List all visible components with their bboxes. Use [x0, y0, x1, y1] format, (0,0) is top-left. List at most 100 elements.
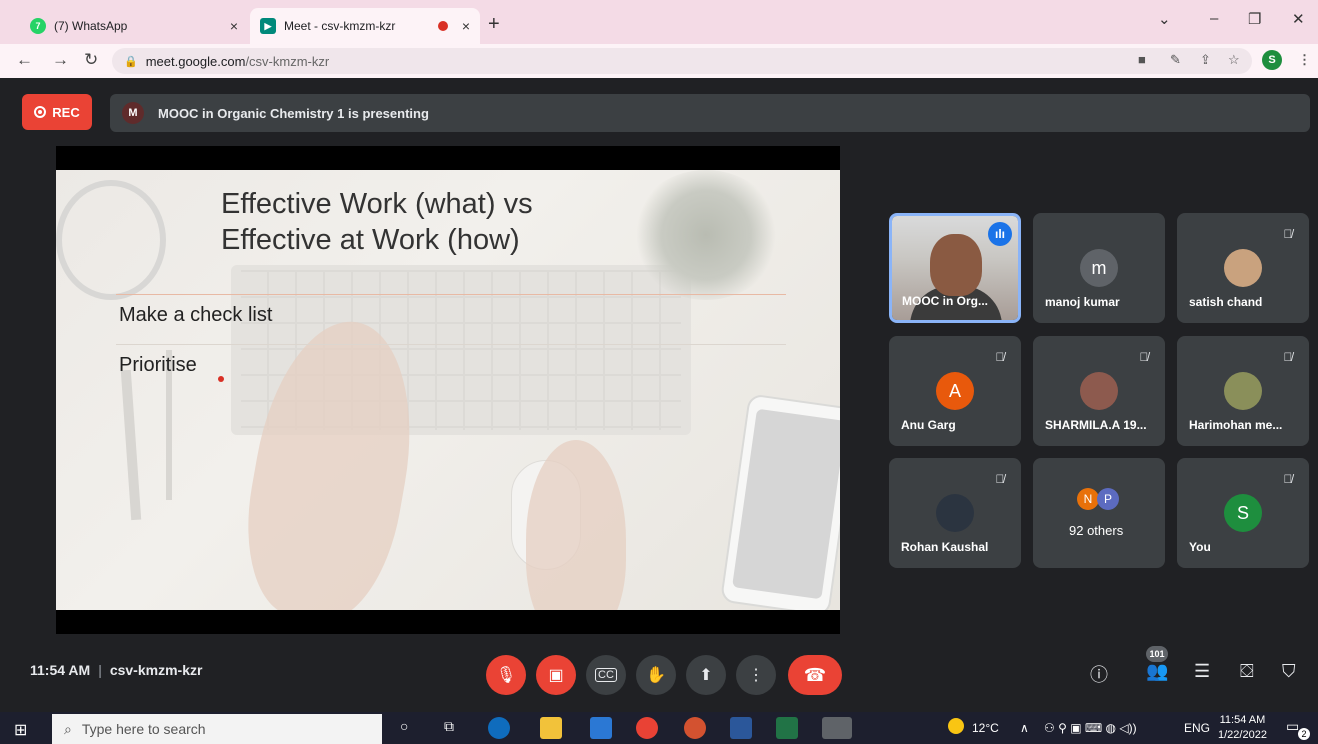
- share-icon[interactable]: ⇪: [1200, 52, 1211, 68]
- mic-muted-icon: 🎙̸: [1283, 350, 1293, 364]
- close-tab-icon[interactable]: ×: [462, 18, 470, 34]
- forward-arrow-icon[interactable]: →: [52, 50, 69, 70]
- minimize-button[interactable]: –: [1210, 10, 1218, 27]
- system-tray-icons[interactable]: ⚇ ⚲ ▣ ⌨ ◍ ◁)): [1044, 721, 1137, 735]
- search-icon: ⌕: [64, 720, 72, 737]
- windows-start-icon[interactable]: ⊞: [14, 720, 27, 740]
- mic-muted-icon: 🎙̸: [1283, 472, 1293, 486]
- participant-photo-avatar: [1224, 372, 1262, 410]
- meet-icon: ▶: [260, 18, 276, 34]
- others-tile[interactable]: N P 92 others: [1033, 458, 1165, 568]
- participant-tile[interactable]: ılı MOOC in Org...: [889, 213, 1021, 323]
- camera-off-icon: ▣: [548, 667, 564, 684]
- participant-name: Harimohan me...: [1189, 418, 1283, 432]
- tab-title: (7) WhatsApp: [54, 19, 128, 33]
- slide-title: Effective Work (what) vs Effective at Wo…: [221, 186, 641, 258]
- mic-indicator-icon[interactable]: ✎: [1170, 52, 1181, 68]
- tab-whatsapp[interactable]: 7 (7) WhatsApp ×: [20, 8, 248, 44]
- excel-icon[interactable]: [776, 717, 798, 739]
- tab-search-chevron-icon[interactable]: ⌄: [1158, 10, 1171, 28]
- participant-tile[interactable]: m manoj kumar: [1033, 213, 1165, 323]
- participant-avatar: A: [936, 372, 974, 410]
- mic-off-button[interactable]: 🎙: [486, 655, 526, 695]
- file-explorer-icon[interactable]: [540, 717, 562, 739]
- word-icon[interactable]: [730, 717, 752, 739]
- mic-muted-icon: 🎙̸: [995, 472, 1005, 486]
- notification-count: 2: [1298, 728, 1310, 740]
- store-icon[interactable]: [590, 717, 612, 739]
- participant-photo-avatar: [1224, 249, 1262, 287]
- chrome-icon[interactable]: [636, 717, 658, 739]
- back-arrow-icon[interactable]: ←: [16, 50, 33, 70]
- phone-hangup-icon: ☎: [803, 664, 827, 685]
- tab-meet[interactable]: ▶ Meet - csv-kmzm-kzr ×: [250, 8, 480, 44]
- address-bar[interactable]: 🔒 meet.google.com/csv-kmzm-kzr: [112, 48, 1252, 74]
- input-language[interactable]: ENG: [1184, 721, 1210, 735]
- present-now-button[interactable]: ⬆: [686, 655, 726, 695]
- presenting-text: MOOC in Organic Chemistry 1 is presentin…: [158, 105, 429, 121]
- maximize-button[interactable]: ❐: [1248, 10, 1261, 28]
- weather-temp[interactable]: 12°C: [972, 721, 999, 735]
- url-path: /csv-kmzm-kzr: [245, 53, 330, 69]
- camera-indicator-icon[interactable]: ■: [1138, 52, 1146, 67]
- participant-tile[interactable]: 🎙̸ Rohan Kaushal: [889, 458, 1021, 568]
- search-placeholder: Type here to search: [81, 721, 206, 737]
- reload-icon[interactable]: ↻: [84, 50, 98, 70]
- participant-name: manoj kumar: [1045, 295, 1120, 309]
- weather-sun-icon[interactable]: [948, 718, 964, 734]
- participant-name: You: [1189, 540, 1211, 554]
- profile-avatar[interactable]: S: [1262, 50, 1282, 70]
- participant-tile[interactable]: 🎙̸ A Anu Garg: [889, 336, 1021, 446]
- participant-name: Anu Garg: [901, 418, 956, 432]
- host-controls-icon[interactable]: ⛉: [1282, 661, 1296, 682]
- participant-tile[interactable]: 🎙̸ SHARMILA.A 19...: [1033, 336, 1165, 446]
- participant-mini-avatar: N: [1077, 488, 1099, 510]
- recording-badge: REC: [22, 94, 92, 130]
- taskbar-search[interactable]: ⌕ Type here to search: [52, 714, 382, 744]
- presenting-banner: M MOOC in Organic Chemistry 1 is present…: [110, 94, 1310, 132]
- slide-title-line: Effective at Work (how): [221, 224, 520, 256]
- speaking-indicator-icon: ılı: [988, 222, 1012, 246]
- present-icon: ⬆: [699, 667, 713, 684]
- show-hidden-icons[interactable]: ∧: [1020, 721, 1029, 735]
- chat-icon[interactable]: ☰: [1194, 661, 1210, 682]
- more-vert-icon: ⋮: [748, 667, 764, 684]
- raise-hand-button[interactable]: ✋: [636, 655, 676, 695]
- participant-name: MOOC in Org...: [902, 294, 988, 308]
- participant-photo-avatar: [1080, 372, 1118, 410]
- more-options-button[interactable]: ⋮: [736, 655, 776, 695]
- meeting-info-icon[interactable]: ⓘ: [1090, 661, 1108, 687]
- end-call-button[interactable]: ☎: [788, 655, 842, 695]
- bookmark-star-icon[interactable]: ☆: [1228, 52, 1240, 68]
- menu-kebab-icon[interactable]: ⋮: [1298, 52, 1311, 68]
- people-icon[interactable]: 👥: [1146, 661, 1168, 682]
- slide-rule: [116, 294, 786, 295]
- participant-name: Rohan Kaushal: [901, 540, 989, 554]
- glasses-illustration: [56, 180, 166, 300]
- camera-off-button[interactable]: ▣: [536, 655, 576, 695]
- rec-label: REC: [52, 104, 80, 120]
- cortana-icon[interactable]: ○: [400, 718, 408, 734]
- powerpoint-icon[interactable]: [684, 717, 706, 739]
- close-window-button[interactable]: ✕: [1292, 10, 1305, 28]
- mic-muted-icon: 🎙̸: [995, 350, 1005, 364]
- close-tab-icon[interactable]: ×: [230, 18, 238, 34]
- pencil-illustration: [120, 369, 142, 521]
- participant-tile[interactable]: 🎙̸ satish chand: [1177, 213, 1309, 323]
- activities-icon[interactable]: ⛋: [1240, 661, 1254, 682]
- captions-icon: CC: [595, 668, 617, 682]
- participant-tile[interactable]: 🎙̸ Harimohan me...: [1177, 336, 1309, 446]
- edge-icon[interactable]: [488, 717, 510, 739]
- new-tab-button[interactable]: +: [488, 13, 500, 36]
- others-count: 92 others: [1069, 523, 1124, 538]
- chrome-profile-icon[interactable]: [822, 717, 852, 739]
- meeting-details: 11:54 AM | csv-kmzm-kzr: [30, 662, 202, 678]
- record-icon: [34, 106, 47, 118]
- task-view-icon[interactable]: ⧉: [444, 718, 454, 735]
- taskbar-clock[interactable]: 11:54 AM 1/22/2022: [1218, 713, 1267, 743]
- captions-button[interactable]: CC: [586, 655, 626, 695]
- mic-muted-icon: 🎙̸: [1283, 227, 1293, 241]
- slide-rule: [116, 344, 786, 345]
- meeting-time: 11:54 AM: [30, 662, 91, 678]
- self-tile[interactable]: 🎙̸ S You: [1177, 458, 1309, 568]
